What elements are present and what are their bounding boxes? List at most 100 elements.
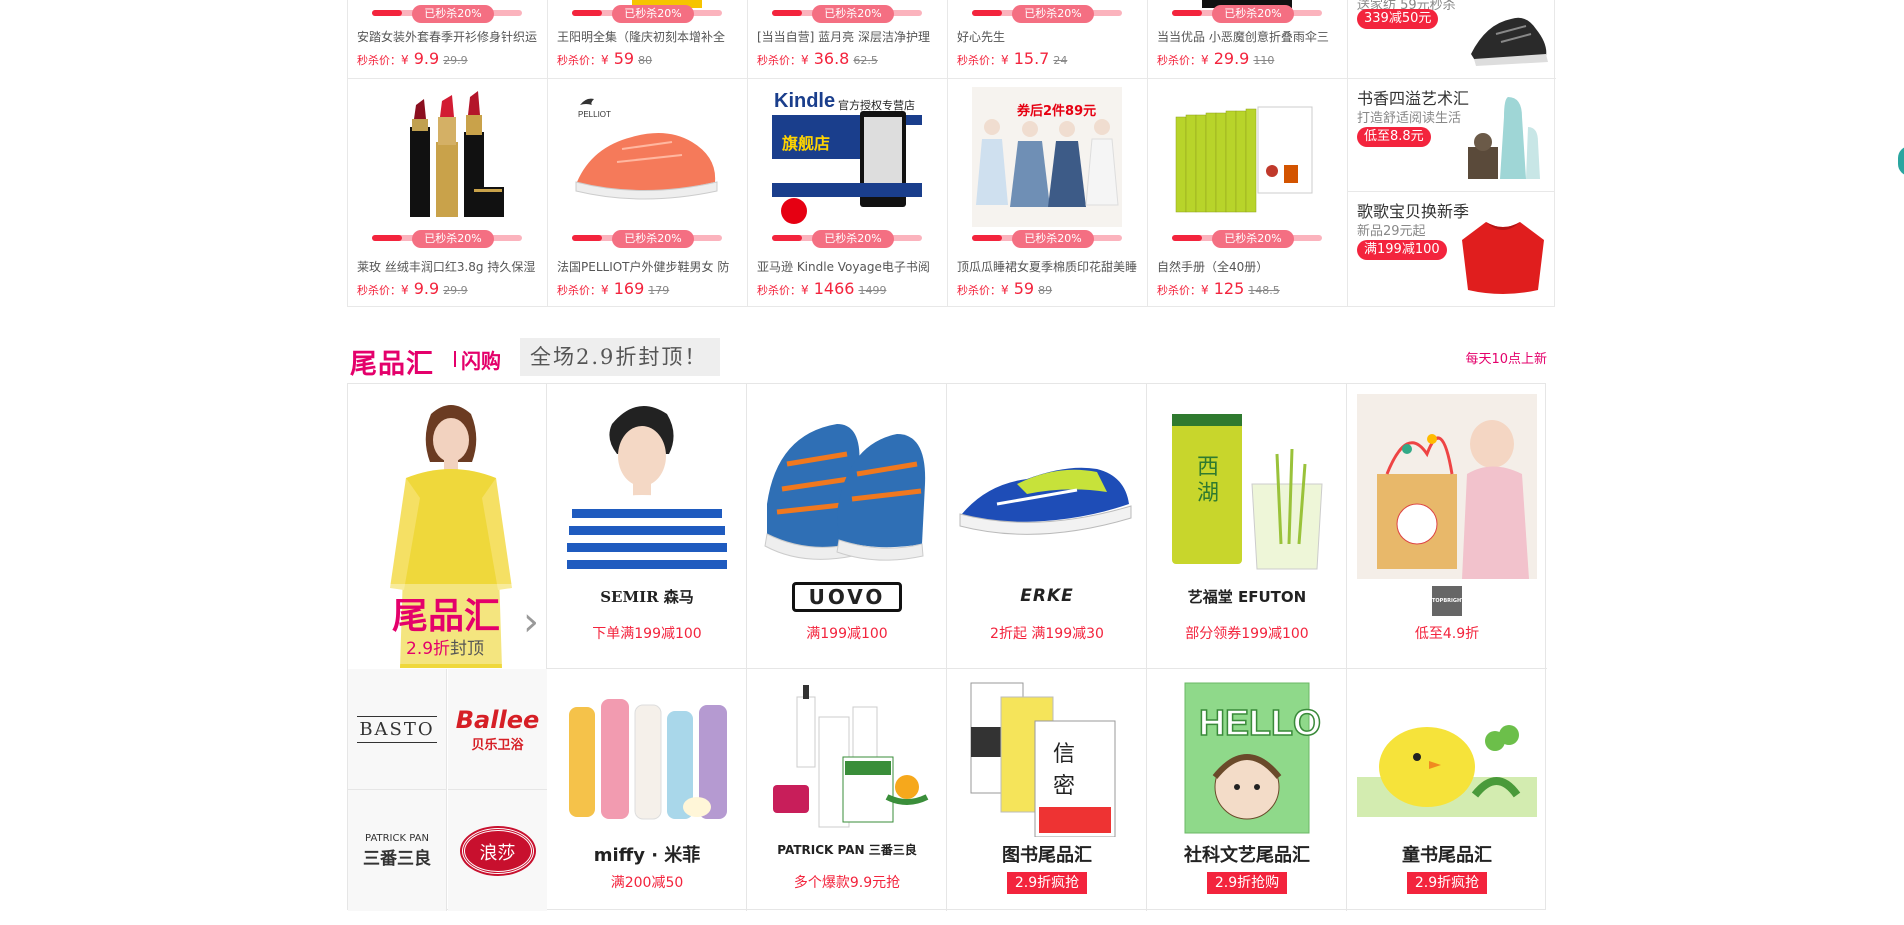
brand-patrick-pan[interactable]: PATRICK PAN 三番三良 (348, 790, 447, 911)
progress-badge: 已秒杀20% (612, 5, 694, 23)
cosmetics-image (773, 685, 929, 828)
brand-logo: UOVO (747, 582, 947, 612)
brand-cell-efuton[interactable]: 西 湖 艺福堂 EFUTON 部分领券199减100 (1147, 384, 1347, 669)
flash-item[interactable]: 已秒杀20% 安踏女装外套春季开衫修身针织运 秒杀价：¥ 9.9 29.9 (348, 0, 548, 78)
brand-cell-kids-books[interactable]: 童书尾品汇 2.9折疯抢 (1347, 669, 1547, 911)
brand-cell-miffy[interactable]: miffy · 米菲 满200减50 (547, 669, 747, 911)
product-name[interactable]: 王阳明全集（隆庆初刻本增补全 (557, 28, 741, 45)
svg-text:官方授权专营店: 官方授权专营店 (838, 98, 915, 112)
brand-ballee[interactable]: Ballee 贝乐卫浴 (448, 669, 547, 790)
flash-buy-logo[interactable]: 闪购 (461, 345, 501, 374)
flash-item[interactable]: 已秒杀20% 自然手册（全40册） 秒杀价：¥ 125 148.5 (1148, 79, 1348, 307)
brand-promo: 2.9折疯抢 (1347, 872, 1547, 894)
brand-cell-topbright[interactable]: TOPBRIGHT 低至4.9折 (1347, 384, 1547, 669)
promo-button[interactable]: 2.9折疯抢 (1406, 872, 1488, 894)
chick-image (1357, 725, 1537, 817)
svg-text:券后2件89元: 券后2件89元 (1016, 103, 1096, 119)
product-name[interactable]: 莱玫 丝绒丰润口红3.8g 持久保湿 (357, 258, 541, 275)
flash-item[interactable]: Kindle 官方授权专营店 旗舰店 已秒杀20% 亚马逊 Kindle Voy… (748, 79, 948, 307)
brand-cell-sanfan[interactable]: PATRICK PAN 三番三良 多个爆款9.9元抢 (747, 669, 947, 911)
brand-logo: 童书尾品汇 (1402, 845, 1492, 866)
progress-badge: 已秒杀20% (1212, 5, 1294, 23)
progress-badge: 已秒杀20% (812, 5, 894, 23)
next-arrow-icon[interactable]: › (523, 602, 539, 642)
promo-button[interactable]: 2.9折抢购 (1206, 872, 1288, 894)
banner-subtitle: 2.9折封顶 (406, 639, 485, 659)
dress-image[interactable]: 券后2件89元 (972, 87, 1122, 227)
flash-item[interactable]: 已秒杀20% 当当优品 小恶魔创意折叠雨伞三 秒杀价：¥ 29.9 110 (1148, 0, 1348, 78)
product-name[interactable]: 顶瓜瓜睡裙女夏季棉质印花甜美睡 (957, 258, 1141, 275)
product-name[interactable]: [当当自营] 蓝月亮 深层洁净护理 (757, 28, 941, 45)
daily-update-notice: 每天10点上新 (1465, 352, 1547, 367)
product-name[interactable]: 当当优品 小恶魔创意折叠雨伞三 (1157, 28, 1341, 45)
brand-logo: PATRICK PAN 三番三良 (777, 843, 917, 857)
svg-text:西: 西 (1197, 455, 1219, 480)
product-price: 秒杀价：¥ 125 148.5 (1157, 279, 1280, 298)
progress-bar: 已秒杀20% (572, 230, 722, 248)
side-promo-art[interactable]: 书香四溢艺术汇 打造舒适阅读生活 低至8.8元 (1348, 79, 1554, 192)
side-promo-1[interactable]: 送家纺 59元秒杀 339减50元 (1348, 0, 1554, 78)
svg-text:PELLIOT: PELLIOT (578, 110, 611, 119)
flash-row-1: 已秒杀20% 安踏女装外套春季开衫修身针织运 秒杀价：¥ 9.9 29.9 已秒杀… (348, 0, 1556, 79)
flash-item[interactable]: 券后2件89元 已秒杀20% 顶瓜瓜睡裙女夏季棉质印花甜美睡 秒杀价：¥ 59 8… (948, 79, 1148, 307)
progress-bar: 已秒杀20% (372, 230, 522, 248)
bottles-image (569, 699, 727, 820)
kindle-image[interactable]: Kindle 官方授权专营店 旗舰店 (772, 87, 922, 227)
brand-basto[interactable]: BASTO (348, 669, 447, 790)
boy-model-image (557, 394, 737, 579)
promo-button[interactable]: 2.9折疯抢 (1006, 872, 1088, 894)
flash-item[interactable]: 已秒杀20% 王阳明全集（隆庆初刻本增补全 秒杀价：¥ 59 80 (548, 0, 748, 78)
brand-langsha[interactable]: 浪莎 (448, 790, 547, 911)
progress-badge: 已秒杀20% (1212, 230, 1294, 248)
lipstick-image[interactable] (372, 87, 522, 227)
toy-baby-image (1357, 394, 1537, 579)
mini-brand-grid: BASTO Ballee 贝乐卫浴 PATRICK PAN 三番三良 浪莎 (348, 669, 547, 911)
weipinhui-banner[interactable]: 尾品汇 2.9折封顶 › (348, 384, 547, 669)
weipinhui-logo[interactable]: 尾品汇 (350, 342, 434, 381)
svg-text:密: 密 (1053, 774, 1075, 799)
svg-text:信: 信 (1053, 742, 1075, 767)
flash-item[interactable]: 已秒杀20% [当当自营] 蓝月亮 深层洁净护理 秒杀价：¥ 36.8 62.5 (748, 0, 948, 78)
progress-badge: 已秒杀20% (412, 5, 494, 23)
side-promo[interactable]: 送家纺 59元秒杀 339减50元 (1348, 0, 1554, 78)
brand-cell-literature[interactable]: HELLO 社科文艺尾品汇 2.9折抢购 (1147, 669, 1347, 911)
progress-bar: 已秒杀20% (572, 5, 722, 23)
brand-promo: 满199减100 (806, 626, 888, 642)
progress-badge: 已秒杀20% (812, 230, 894, 248)
books-image[interactable] (1172, 87, 1322, 227)
progress-badge: 已秒杀20% (612, 230, 694, 248)
product-name[interactable]: 安踏女装外套春季开衫修身针织运 (357, 28, 541, 45)
side-promos: 书香四溢艺术汇 打造舒适阅读生活 低至8.8元 歌歌宝贝换新季 新品29元起 满… (1348, 79, 1554, 307)
brand-logo: TOPBRIGHT (1347, 586, 1547, 620)
brand-cell-erke[interactable]: ERKE 2折起 满199减30 (947, 384, 1147, 669)
svg-text:Kindle: Kindle (774, 90, 835, 112)
side-promo-tag: 满199减100 (1357, 240, 1447, 260)
brand-cell-uovo[interactable]: UOVO 满199减100 (747, 384, 947, 669)
float-widget[interactable] (1898, 146, 1904, 176)
shoe-image[interactable]: PELLIOT (572, 87, 722, 227)
product-price: 秒杀价：¥ 9.9 29.9 (357, 49, 468, 68)
sweater-image (1462, 222, 1544, 294)
progress-bar: 已秒杀20% (772, 230, 922, 248)
progress-bar: 已秒杀20% (772, 5, 922, 23)
flash-item[interactable]: 已秒杀20% 莱玫 丝绒丰润口红3.8g 持久保湿 秒杀价：¥ 9.9 29.9 (348, 79, 548, 307)
side-promo-tag: 339减50元 (1357, 9, 1439, 29)
side-promo-kids[interactable]: 歌歌宝贝换新季 新品29元起 满199减100 (1348, 192, 1554, 305)
product-name[interactable]: 好心先生 (957, 28, 1141, 45)
product-name[interactable]: 法国PELLIOT户外健步鞋男女 防 (557, 258, 741, 275)
sandals-image (764, 424, 926, 561)
section-slogan: 全场2.9折封顶！ (520, 338, 720, 376)
product-name[interactable]: 亚马逊 Kindle Voyage电子书阅 (757, 258, 941, 275)
brand-cell-books[interactable]: 信 密 图书尾品汇 2.9折疯抢 (947, 669, 1147, 911)
flash-item[interactable]: PELLIOT 已秒杀20% 法国PELLIOT户外健步鞋男女 防 秒杀价：¥ … (548, 79, 748, 307)
product-price: 秒杀价：¥ 29.9 110 (1157, 49, 1275, 68)
running-shoe-image (959, 467, 1132, 535)
brand-cell-semir[interactable]: SEMIR 森马 下单满199减100 (547, 384, 747, 669)
product-price: 秒杀价：¥ 59 89 (957, 279, 1053, 298)
hello-book-image: HELLO (1184, 682, 1322, 834)
product-name[interactable]: 自然手册（全40册） (1157, 258, 1341, 275)
flash-item[interactable]: 已秒杀20% 好心先生 秒杀价：¥ 15.7 24 (948, 0, 1148, 78)
side-promo-subtitle: 打造舒适阅读生活 (1357, 111, 1462, 126)
brand-promo: 2.9折抢购 (1147, 872, 1347, 894)
progress-badge: 已秒杀20% (1012, 230, 1094, 248)
